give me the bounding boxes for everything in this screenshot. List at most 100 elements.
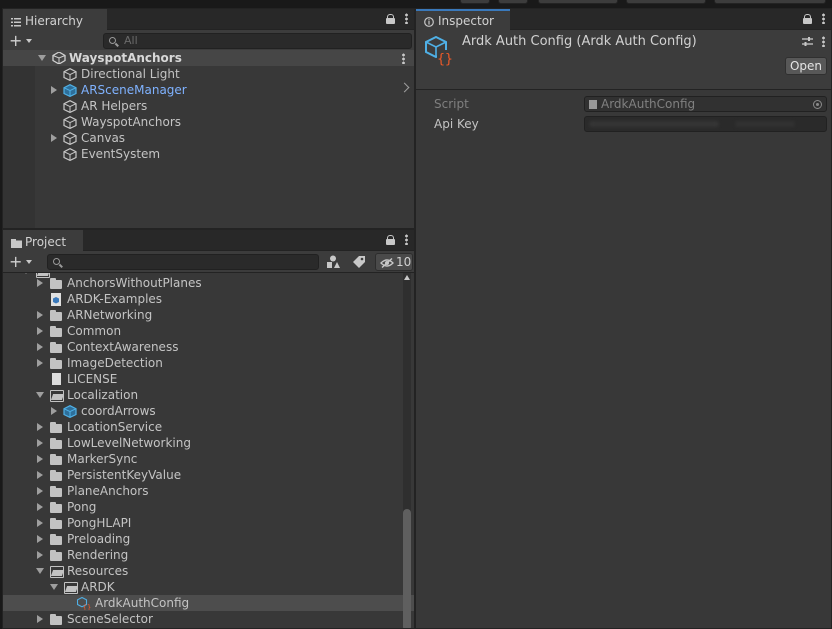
expand-arrow-icon[interactable] (35, 342, 45, 352)
lock-icon[interactable] (386, 234, 395, 245)
tree-row[interactable]: Directional Light (3, 66, 414, 82)
tree-row-label: MarkerSync (67, 452, 138, 466)
create-button[interactable]: + (9, 254, 35, 270)
tree-row[interactable]: Canvas (3, 130, 414, 146)
prefab-cube-icon (63, 84, 77, 97)
collapse-arrow-icon[interactable] (35, 390, 45, 400)
expand-arrow-icon[interactable] (35, 422, 45, 432)
tab-inspector[interactable]: Inspector (416, 9, 510, 30)
tree-row[interactable]: Pong (3, 499, 414, 515)
tree-row[interactable]: ImageDetection (3, 355, 414, 371)
project-scrollbar-thumb[interactable] (403, 509, 411, 628)
tree-row[interactable]: Localization (3, 387, 414, 403)
scene-menu-icon[interactable] (402, 53, 405, 64)
create-button[interactable]: + (9, 33, 35, 49)
toolbar-button[interactable] (538, 0, 618, 4)
tab-hierarchy[interactable]: Hierarchy (3, 9, 107, 30)
tree-row[interactable]: ContextAwareness (3, 339, 414, 355)
info-icon (424, 16, 434, 27)
gameobject-cube-icon (63, 148, 77, 161)
tree-row[interactable]: EventSystem (3, 146, 414, 162)
tree-row-label: Directional Light (81, 67, 180, 81)
tree-row[interactable]: AnchorsWithoutPlanes (3, 275, 414, 291)
tab-project[interactable]: Project (3, 230, 83, 251)
tree-row-label: PersistentKeyValue (67, 468, 182, 482)
tree-row[interactable]: coordArrows (3, 403, 414, 419)
filter-by-type-icon[interactable] (326, 255, 340, 269)
scene-row[interactable]: WayspotAnchors (3, 50, 414, 66)
open-button[interactable]: Open (785, 57, 827, 75)
inspector-body: Script ArdkAuthConfig Api Key (416, 91, 831, 628)
expand-arrow-icon[interactable] (35, 518, 45, 528)
tree-row-label: ContextAwareness (67, 340, 179, 354)
toolbar-button[interactable] (714, 0, 826, 4)
expand-arrow-icon[interactable] (35, 534, 45, 544)
tree-row-label: Common (67, 324, 122, 338)
presets-icon[interactable] (802, 36, 813, 47)
tree-row[interactable]: PersistentKeyValue (3, 467, 414, 483)
project-tab-actions (386, 234, 408, 245)
toolbar-button[interactable] (460, 0, 490, 4)
expand-arrow-icon[interactable] (35, 486, 45, 496)
collapse-arrow-icon[interactable] (49, 582, 59, 592)
tree-row[interactable]: PlaneAnchors (3, 483, 414, 499)
folder-icon (49, 453, 63, 465)
api-key-property-row: Api Key (416, 115, 831, 133)
lock-icon[interactable] (386, 13, 395, 24)
expand-arrow-icon[interactable] (49, 85, 59, 95)
hierarchy-tabbar: Hierarchy (3, 9, 414, 30)
expand-arrow-icon[interactable] (35, 502, 45, 512)
expand-arrow-icon[interactable] (35, 358, 45, 368)
hierarchy-search-input[interactable]: All (103, 33, 412, 49)
toolbar-button[interactable] (626, 0, 706, 4)
tree-row[interactable]: Rendering (3, 547, 414, 563)
expand-arrow-icon[interactable] (35, 278, 45, 288)
tree-row[interactable]: ARSceneManager (3, 82, 414, 98)
tree-row[interactable]: Resources (3, 563, 414, 579)
collapse-arrow-icon[interactable] (37, 53, 47, 63)
project-scrollbar[interactable] (403, 273, 411, 628)
expand-arrow-icon[interactable] (35, 454, 45, 464)
tree-row[interactable]: Common (3, 323, 414, 339)
kebab-menu-icon[interactable] (822, 13, 825, 24)
tree-row[interactable]: ARNetworking (3, 307, 414, 323)
tree-row[interactable]: MarkerSync (3, 451, 414, 467)
tree-row[interactable]: PongHLAPI (3, 515, 414, 531)
tree-row[interactable]: Preloading (3, 531, 414, 547)
expand-arrow-icon[interactable] (35, 614, 45, 624)
scroll-up-arrow-icon[interactable] (404, 275, 410, 280)
tree-row[interactable]: WayspotAnchors (3, 114, 414, 130)
expand-arrow-icon[interactable] (49, 406, 59, 416)
component-menu-icon[interactable] (822, 36, 825, 47)
collapse-arrow-icon[interactable] (35, 566, 45, 576)
tree-row-label: AnchorsWithoutPlanes (67, 276, 202, 290)
expand-arrow-icon[interactable] (35, 550, 45, 560)
filter-by-label-icon[interactable] (352, 255, 366, 269)
kebab-menu-icon[interactable] (405, 13, 408, 24)
expand-arrow-icon[interactable] (35, 470, 45, 480)
tree-row-label: LocationService (67, 420, 163, 434)
tree-row[interactable]: ARDK-Examples (3, 291, 414, 307)
tree-row[interactable]: {} ArdkAuthConfig (3, 595, 414, 612)
expand-arrow-icon[interactable] (49, 133, 59, 143)
expand-arrow-icon[interactable] (35, 310, 45, 320)
tree-row[interactable]: LowLevelNetworking (3, 435, 414, 451)
hidden-packages-toggle[interactable]: 10 (375, 253, 413, 271)
project-search-input[interactable] (47, 254, 319, 270)
tree-row[interactable]: LocationService (3, 419, 414, 435)
toolbar-button[interactable] (498, 0, 528, 4)
object-picker-icon[interactable] (813, 100, 822, 109)
expand-arrow-icon[interactable] (35, 326, 45, 336)
tree-row-label: EventSystem (81, 147, 161, 161)
lock-icon[interactable] (803, 13, 812, 24)
tree-row[interactable]: SceneSelector (3, 611, 414, 627)
chevron-down-icon (26, 39, 33, 43)
tree-row[interactable]: LICENSE (3, 371, 414, 387)
hidden-packages-count: 10 (396, 255, 412, 269)
api-key-field[interactable] (584, 116, 827, 132)
tree-row[interactable]: ARDK (3, 579, 414, 595)
tree-row[interactable]: AR Helpers (3, 98, 414, 114)
script-field[interactable]: ArdkAuthConfig (584, 96, 827, 112)
expand-arrow-icon[interactable] (35, 438, 45, 448)
kebab-menu-icon[interactable] (405, 234, 408, 245)
